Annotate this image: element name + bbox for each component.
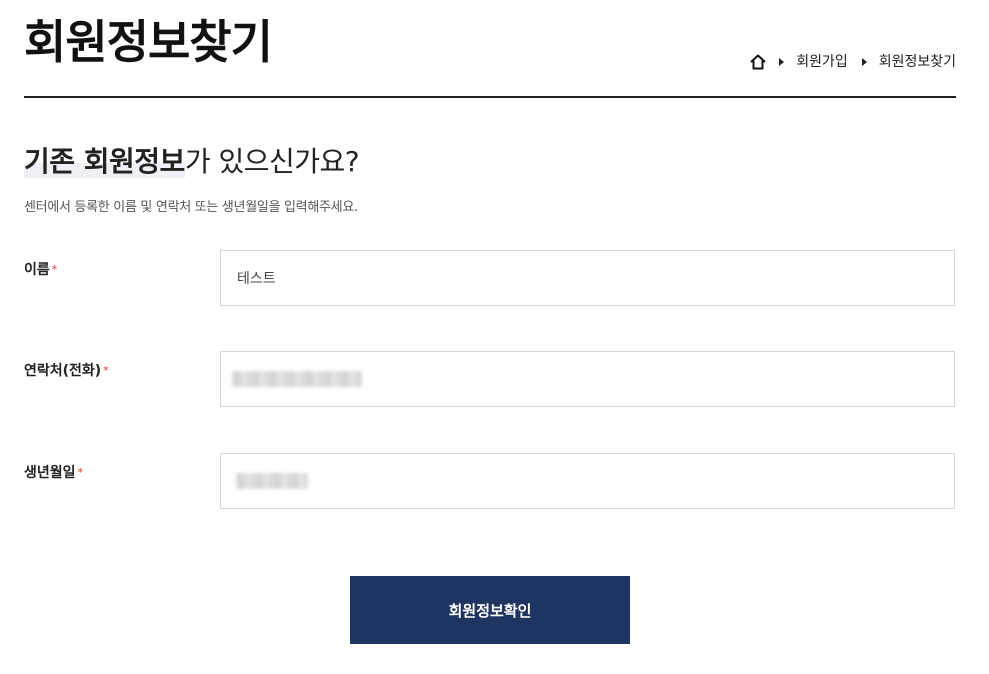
breadcrumb: 회원가입 회원정보찾기 [749,52,956,72]
page-header: 회원정보찾기 회원가입 회원정보찾기 [24,0,956,98]
form-row-name: 이름 * [24,250,956,306]
chevron-right-icon [861,58,867,66]
name-label-text: 이름 [24,262,50,278]
chevron-right-icon [779,58,785,66]
required-mark: * [77,466,84,479]
name-input[interactable] [220,250,955,306]
form-row-phone: 연락처(전화) * [24,351,956,407]
home-icon[interactable] [749,53,767,71]
required-mark: * [103,364,109,377]
phone-blurred-value [232,371,362,387]
birthdate-input[interactable] [220,453,955,509]
page: 회원정보찾기 회원가입 회원정보찾기 기존 회원정보가 있으신가요? 센터에서 … [0,0,989,674]
breadcrumb-item-join[interactable]: 회원가입 [796,52,848,72]
name-label: 이름 * [24,260,57,280]
section-heading-rest: 가 있으신가요? [184,145,360,178]
phone-label: 연락처(전화) * [24,361,109,381]
section-heading-strong: 기존 회원정보 [24,145,185,178]
section-heading: 기존 회원정보가 있으신가요? [24,143,360,181]
birthdate-label: 생년월일 * [24,463,83,483]
breadcrumb-item-find-info[interactable]: 회원정보찾기 [879,52,956,72]
required-mark: * [51,263,58,276]
form-row-birthdate: 생년월일 * [24,453,956,509]
section-description: 센터에서 등록한 이름 및 연락처 또는 생년월일을 입력해주세요. [24,200,358,215]
page-title: 회원정보찾기 [24,15,273,69]
birthdate-label-text: 생년월일 [24,465,76,481]
birthdate-blurred-value [236,473,308,489]
confirm-member-info-button[interactable]: 회원정보확인 [350,576,630,644]
phone-label-text: 연락처(전화) [24,363,102,379]
